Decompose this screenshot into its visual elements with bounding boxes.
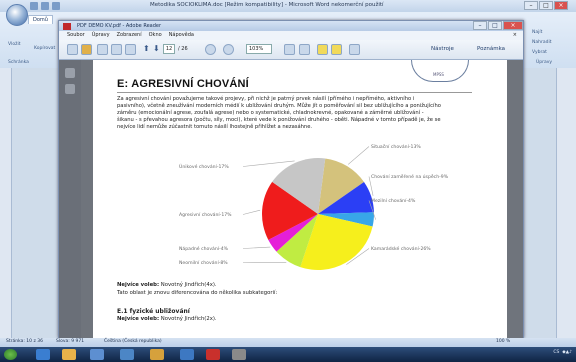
zoom-select[interactable]: 103% <box>246 44 272 54</box>
menu-edit[interactable]: Úpravy <box>92 32 110 40</box>
status-words: Slova: 9 971 <box>56 339 85 344</box>
ie-icon[interactable] <box>36 349 50 360</box>
word-icon[interactable] <box>180 349 194 360</box>
reader-maximize-icon[interactable]: □ <box>488 21 502 30</box>
word-taskbar-icon[interactable] <box>90 349 104 360</box>
copy-button[interactable]: Kopírovat <box>34 46 55 51</box>
best-choice-line: Nejvíce voleb: Novotný Jindřich(4x). <box>117 282 217 288</box>
tab-home[interactable]: Domů <box>28 15 53 24</box>
leader-line <box>242 160 295 167</box>
leader-line <box>242 209 261 215</box>
reader-close-icon[interactable]: × <box>503 21 523 30</box>
slice-label: Chování zaměřené na úspěch-9% <box>371 173 449 180</box>
sign-icon[interactable] <box>349 44 360 55</box>
heading-rule <box>117 92 472 93</box>
app-icon[interactable] <box>120 349 134 360</box>
slice-label: Nápadné chování-4% <box>179 245 229 252</box>
reader-navigation-pane <box>59 60 81 339</box>
system-tray-clock[interactable]: CS ◆▲♪ <box>553 350 572 355</box>
best-choice-line-2: Nejvíce voleb: Novotný Jindřich(2x). <box>117 316 217 322</box>
pdf-icon <box>63 23 71 30</box>
close-icon[interactable]: × <box>554 1 568 10</box>
pages-panel-icon[interactable] <box>65 68 75 78</box>
create-icon[interactable] <box>81 44 92 55</box>
leader-line <box>242 246 271 249</box>
replace-button[interactable]: Nahradit <box>532 40 551 45</box>
zoom-in-icon[interactable] <box>223 44 234 55</box>
slice-label: Agresivní chování-17% <box>179 211 232 218</box>
paste-button[interactable]: Vložit <box>8 42 20 47</box>
folder-icon[interactable] <box>150 349 164 360</box>
explorer-icon[interactable] <box>62 349 76 360</box>
save-icon[interactable] <box>97 44 108 55</box>
menu-help[interactable]: Nápověda <box>169 32 194 40</box>
highlight-icon[interactable] <box>331 44 342 55</box>
menu-close-icon[interactable]: × <box>513 32 517 38</box>
zoom-out-icon[interactable] <box>205 44 216 55</box>
undo-icon[interactable] <box>41 2 49 10</box>
fit-page-icon[interactable] <box>299 44 310 55</box>
adobe-reader-window: PDF DEMO KV.pdf - Adobe Reader – □ × Sou… <box>58 20 524 339</box>
comment-icon[interactable] <box>317 44 328 55</box>
subcategory-intro: Tato oblast je znovu diferencována do ně… <box>117 290 278 296</box>
reader-toolbar: ⬆ ⬇ 12 / 26 103% Nástroje Poznámka <box>59 40 523 60</box>
redo-icon[interactable] <box>52 2 60 10</box>
word-title-bar: Metodika SOCIOKLIMA.doc [Režim kompatibi… <box>0 0 576 12</box>
menu-file[interactable]: Soubor <box>67 32 85 40</box>
app-icon-2[interactable] <box>232 349 246 360</box>
taskbar: CS ◆▲♪ <box>0 347 576 362</box>
subsection-heading: E.1 fyzické ubližování <box>117 308 190 315</box>
pdf-page: MPSS E: AGRESIVNÍ CHOVÁNÍ Za agresivní c… <box>93 60 507 339</box>
vertical-ruler <box>0 68 12 338</box>
section-heading: E: AGRESIVNÍ CHOVÁNÍ <box>117 78 249 90</box>
slice-label: Neomilní chování-8% <box>179 259 228 266</box>
document-canvas: MPSS E: AGRESIVNÍ CHOVÁNÍ Za agresivní c… <box>81 60 523 339</box>
reader-title-bar: PDF DEMO KV.pdf - Adobe Reader – □ × <box>59 21 523 31</box>
leader-line <box>347 146 370 165</box>
reader-menu-bar: Soubor Úpravy Zobrazení Okno Nápověda × <box>59 31 523 40</box>
adobe-reader-icon[interactable] <box>206 349 220 360</box>
tools-button[interactable]: Nástroje <box>431 46 454 52</box>
comment-button[interactable]: Poznámka <box>477 46 505 52</box>
office-button[interactable] <box>6 4 28 26</box>
start-button[interactable] <box>4 349 17 360</box>
status-page: Stránka: 10 z 36 <box>6 339 43 344</box>
editing-group-label: Úpravy <box>536 60 553 65</box>
select-button[interactable]: Vybrat <box>532 50 547 55</box>
slice-label: Situační chování-13% <box>371 143 421 150</box>
slice-label: Mezilní chování-4% <box>371 197 416 204</box>
find-button[interactable]: Najít <box>532 30 542 35</box>
menu-view[interactable]: Zobrazení <box>117 32 142 40</box>
vertical-scrollbar[interactable] <box>556 68 576 338</box>
logo: MPSS <box>411 60 469 82</box>
quick-access-toolbar <box>30 2 60 10</box>
menu-window[interactable]: Okno <box>149 32 162 40</box>
reader-window-title: PDF DEMO KV.pdf - Adobe Reader <box>77 23 162 29</box>
minimize-icon[interactable]: – <box>524 1 538 10</box>
reader-minimize-icon[interactable]: – <box>473 21 487 30</box>
page-number-input[interactable]: 12 <box>163 44 175 54</box>
word-window-title: Metodika SOCIOKLIMA.doc [Režim kompatibi… <box>150 2 384 8</box>
email-icon[interactable] <box>125 44 136 55</box>
intro-paragraph: Za agresivní chování považujeme takové p… <box>117 96 441 131</box>
attachments-icon[interactable] <box>65 84 75 94</box>
clipboard-group-label: Schránka <box>8 60 29 65</box>
pie-chart: Situační chování-13% Chování zaměřené na … <box>179 143 449 270</box>
open-icon[interactable] <box>67 44 78 55</box>
word-status-bar: Stránka: 10 z 36 Slova: 9 971 Čeština (Č… <box>0 338 576 347</box>
page-total: / 26 <box>178 46 188 52</box>
fit-width-icon[interactable] <box>284 44 295 55</box>
status-zoom[interactable]: 100 % <box>496 339 510 344</box>
slice-label: Kamarádské chování-26% <box>371 245 431 252</box>
status-language[interactable]: Čeština (Česká republika) <box>104 339 162 344</box>
print-icon[interactable] <box>111 44 122 55</box>
maximize-icon[interactable]: □ <box>539 1 553 10</box>
save-icon[interactable] <box>30 2 38 10</box>
slice-label: Únikové chování-17% <box>179 163 229 170</box>
